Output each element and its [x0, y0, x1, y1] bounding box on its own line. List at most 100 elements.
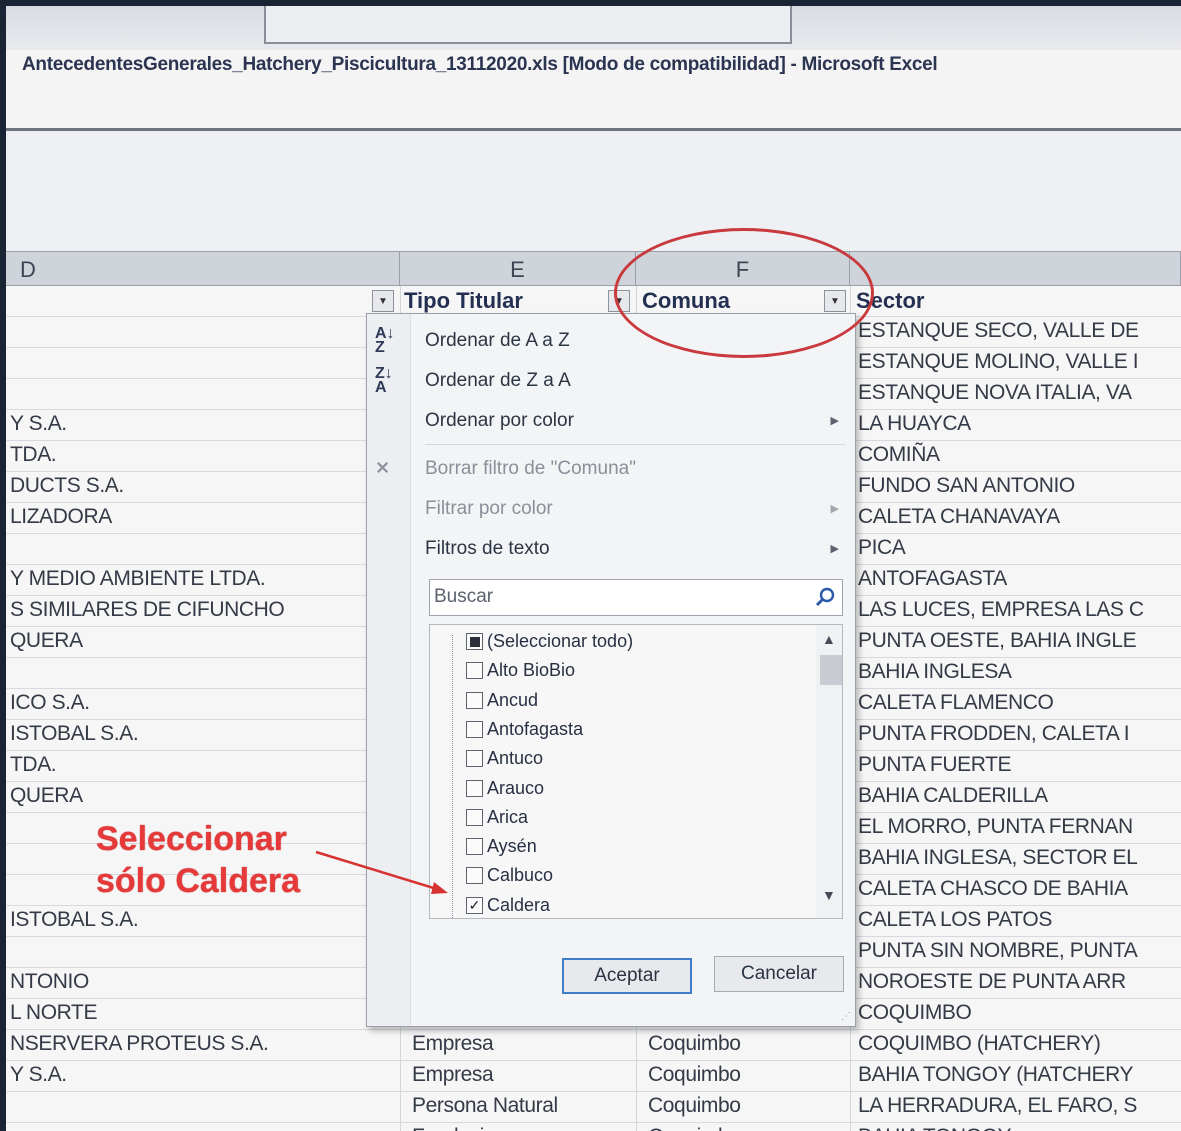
list-item[interactable]: Antuco: [466, 748, 543, 769]
cell-sector[interactable]: PUNTA FUERTE: [858, 753, 1012, 777]
menu-clear-filter[interactable]: Borrar filtro de "Comuna": [425, 458, 636, 480]
list-item[interactable]: Aysén: [466, 836, 537, 857]
cell-comuna[interactable]: Coquimbo: [648, 1094, 741, 1118]
column-header-e[interactable]: E: [400, 252, 636, 287]
cell-sector[interactable]: EL MORRO, PUNTA FERNAN: [858, 815, 1133, 839]
checkbox-checked[interactable]: ✓: [466, 896, 483, 914]
list-item[interactable]: ✓ Caldera: [466, 895, 550, 916]
checkbox[interactable]: [466, 867, 483, 885]
cell-sector[interactable]: PICA: [858, 536, 906, 560]
cell-sector[interactable]: COQUIMBO (HATCHERY): [858, 1032, 1101, 1056]
cell-d[interactable]: L NORTE: [10, 1001, 97, 1025]
cell-d[interactable]: Y S.A.: [10, 1063, 67, 1087]
checkbox[interactable]: [466, 838, 483, 856]
checkbox[interactable]: [466, 691, 483, 709]
list-item[interactable]: Calbuco: [466, 865, 553, 886]
cell-sector[interactable]: CALETA FLAMENCO: [858, 691, 1054, 715]
cell-sector[interactable]: CALETA CHANAVAYA: [858, 505, 1060, 529]
search-input[interactable]: Buscar: [429, 579, 843, 616]
checkbox[interactable]: [466, 633, 483, 650]
menu-filter-by-color[interactable]: Filtrar por color: [425, 498, 553, 520]
column-header-g[interactable]: [850, 252, 1181, 287]
ok-button[interactable]: Aceptar: [562, 958, 692, 994]
checkbox[interactable]: [466, 779, 483, 797]
list-item[interactable]: Arauco: [466, 778, 544, 799]
cell-tipo-titular[interactable]: Empresa: [412, 1032, 494, 1056]
value-list: ▲ ▼ (Seleccionar todo) Alto BioBio Ancud An…: [429, 624, 843, 919]
cell-d[interactable]: QUERA: [10, 784, 83, 808]
cell-d[interactable]: LIZADORA: [10, 505, 112, 529]
cell-d[interactable]: ICO S.A.: [10, 691, 90, 715]
cell-sector[interactable]: LA HUAYCA: [858, 412, 971, 436]
list-item[interactable]: Antofagasta: [466, 719, 583, 740]
cell-d[interactable]: TDA.: [10, 753, 57, 777]
cell-sector[interactable]: ANTOFAGASTA: [858, 567, 1007, 591]
scroll-thumb[interactable]: [820, 655, 842, 685]
cell-sector[interactable]: CALETA LOS PATOS: [858, 908, 1052, 932]
menu-sort-by-color[interactable]: Ordenar por color: [425, 410, 574, 432]
cell-sector[interactable]: COQUIMBO: [858, 1001, 972, 1025]
cell-d[interactable]: TDA.: [10, 443, 57, 467]
sort-descending-icon: Z↓ A: [375, 365, 393, 396]
list-item-label: Ancud: [487, 689, 539, 710]
cell-sector[interactable]: ESTANQUE NOVA ITALIA, VA: [858, 381, 1132, 405]
cancel-button[interactable]: Cancelar: [714, 956, 844, 992]
list-item-label: Arica: [487, 806, 529, 827]
cell-sector[interactable]: PUNTA SIN NOMBRE, PUNTA: [858, 939, 1138, 963]
menu-text-filters[interactable]: Filtros de texto: [425, 538, 550, 560]
cell-tipo-titular[interactable]: Empresa: [412, 1063, 494, 1087]
list-item-label: Aysén: [487, 836, 537, 857]
cell-sector[interactable]: PUNTA OESTE, BAHIA INGLE: [858, 629, 1137, 653]
checkbox[interactable]: [466, 750, 483, 768]
cell-sector[interactable]: LAS LUCES, EMPRESA LAS C: [858, 598, 1144, 622]
cell-d[interactable]: ISTOBAL S.A.: [10, 722, 139, 746]
scroll-up-icon[interactable]: ▲: [822, 631, 836, 647]
submenu-arrow-icon: ▶: [830, 503, 839, 515]
list-item[interactable]: Ancud: [466, 690, 538, 711]
cell-sector[interactable]: BAHIA INGLESA: [858, 660, 1012, 684]
cell-comuna[interactable]: Coquimbo: [648, 1125, 741, 1131]
checkbox[interactable]: [466, 720, 483, 738]
checkbox[interactable]: [466, 662, 483, 680]
column-header-d[interactable]: D: [6, 252, 400, 287]
cell-comuna[interactable]: Coquimbo: [648, 1032, 741, 1056]
cell-tipo-titular[interactable]: Persona Natural: [412, 1094, 558, 1118]
menu-sort-az[interactable]: Ordenar de A a Z: [425, 330, 570, 352]
checkbox[interactable]: [466, 808, 483, 826]
menu-icon-gutter: [367, 314, 411, 1026]
cell-sector[interactable]: BAHIA CALDERILLA: [858, 784, 1048, 808]
list-item-label: Antofagasta: [487, 718, 584, 739]
cell-sector[interactable]: LA HERRADURA, EL FARO, S: [858, 1094, 1137, 1118]
list-scrollbar[interactable]: ▲ ▼: [816, 625, 842, 918]
cell-d[interactable]: NSERVERA PROTEUS S.A.: [10, 1032, 269, 1056]
cell-d[interactable]: DUCTS S.A.: [10, 474, 124, 498]
search-placeholder: Buscar: [434, 586, 494, 607]
list-item[interactable]: Arica: [466, 807, 528, 828]
cell-comuna[interactable]: Coquimbo: [648, 1063, 741, 1087]
cell-d[interactable]: QUERA: [10, 629, 83, 653]
list-item[interactable]: (Seleccionar todo): [466, 631, 633, 652]
cell-sector[interactable]: PUNTA FRODDEN, CALETA I: [858, 722, 1130, 746]
cell-tipo-titular[interactable]: Fundacion: [412, 1125, 507, 1131]
cell-d[interactable]: NTONIO: [10, 970, 89, 994]
cell-sector[interactable]: BAHIA TONGOY (HATCHERY: [858, 1063, 1134, 1087]
resize-grip-icon[interactable]: ⋰: [841, 1011, 851, 1022]
cell-sector[interactable]: BAHIA INGLESA, SECTOR EL: [858, 846, 1138, 870]
cell-sector[interactable]: ESTANQUE MOLINO, VALLE I: [858, 350, 1139, 374]
cell-sector[interactable]: ESTANQUE SECO, VALLE DE: [858, 319, 1139, 343]
cell-sector[interactable]: CALETA CHASCO DE BAHIA: [858, 877, 1128, 901]
list-item-label: (Seleccionar todo): [487, 631, 634, 651]
cell-sector[interactable]: BAHIA TONGOY: [858, 1125, 1012, 1131]
scroll-down-icon[interactable]: ▼: [822, 887, 836, 903]
cell-sector[interactable]: NOROESTE DE PUNTA ARR: [858, 970, 1126, 994]
highlight-ellipse: [614, 228, 874, 358]
menu-sort-za[interactable]: Ordenar de Z a A: [425, 370, 571, 392]
cell-sector[interactable]: FUNDO SAN ANTONIO: [858, 474, 1075, 498]
cell-sector[interactable]: COMIÑA: [858, 443, 940, 467]
list-item[interactable]: Alto BioBio: [466, 660, 575, 681]
cell-d[interactable]: Y MEDIO AMBIENTE LTDA.: [10, 567, 266, 591]
cell-d[interactable]: S SIMILARES DE CIFUNCHO: [10, 598, 285, 622]
annotation-line-1: Seleccionar: [96, 820, 287, 858]
cell-d[interactable]: ISTOBAL S.A.: [10, 908, 139, 932]
cell-d[interactable]: Y S.A.: [10, 412, 67, 436]
